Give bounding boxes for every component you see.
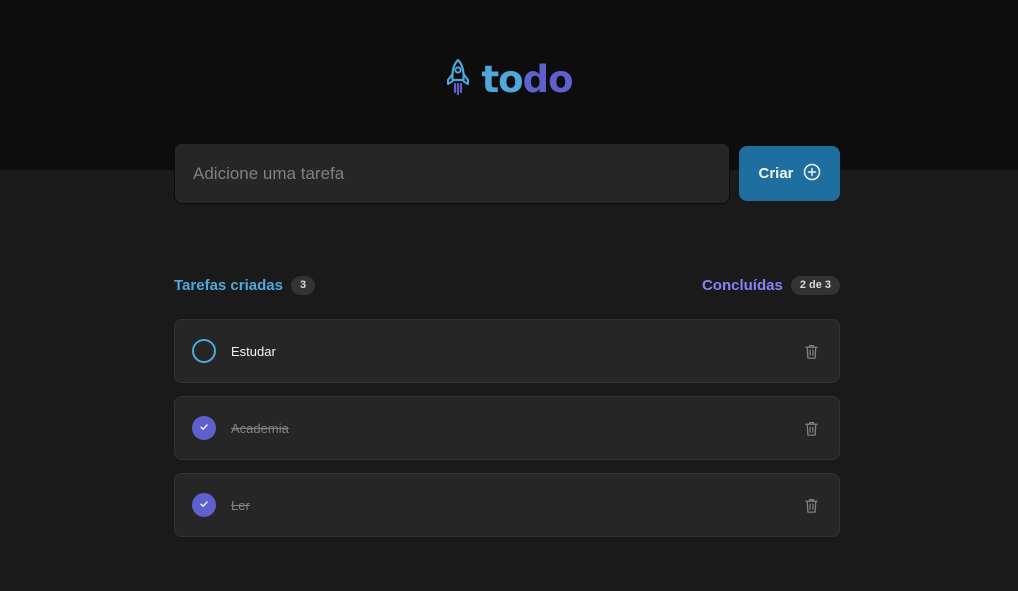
task-text: Ler — [231, 497, 250, 513]
logo-text: todo — [481, 58, 574, 101]
trash-icon[interactable] — [799, 493, 823, 517]
trash-icon[interactable] — [799, 339, 823, 363]
logo-text-do: do — [522, 58, 574, 101]
task-checkbox-checked[interactable] — [192, 493, 216, 517]
done-summary: Concluídas 2 de 3 — [701, 275, 840, 295]
task-checkbox[interactable] — [192, 339, 216, 363]
plus-circle-icon — [803, 163, 821, 185]
create-button-label: Criar — [758, 165, 794, 182]
task-text: Academia — [231, 420, 289, 436]
rocket-icon — [445, 58, 471, 101]
task-text: Estudar — [231, 343, 276, 359]
create-button[interactable]: Criar — [739, 146, 840, 201]
trash-icon[interactable] — [799, 416, 823, 440]
check-icon — [199, 419, 209, 437]
task-item: Estudar — [174, 319, 840, 383]
logo: todo — [0, 58, 1018, 101]
created-counter: 3 — [290, 275, 316, 295]
task-item: Academia — [174, 396, 840, 460]
task-summary: Tarefas criadas 3 Concluídas 2 de 3 — [174, 275, 840, 295]
new-task-form: Criar — [174, 143, 840, 204]
task-item: Ler — [174, 473, 840, 537]
done-label: Concluídas — [701, 276, 783, 294]
created-label: Tarefas criadas — [174, 276, 283, 294]
created-summary: Tarefas criadas 3 — [174, 275, 316, 295]
check-icon — [199, 496, 209, 514]
logo-text-to: to — [481, 58, 523, 101]
task-list: Estudar Academia Ler — [174, 319, 840, 550]
done-counter: 2 de 3 — [790, 275, 840, 295]
task-input[interactable] — [174, 143, 730, 204]
task-checkbox-checked[interactable] — [192, 416, 216, 440]
